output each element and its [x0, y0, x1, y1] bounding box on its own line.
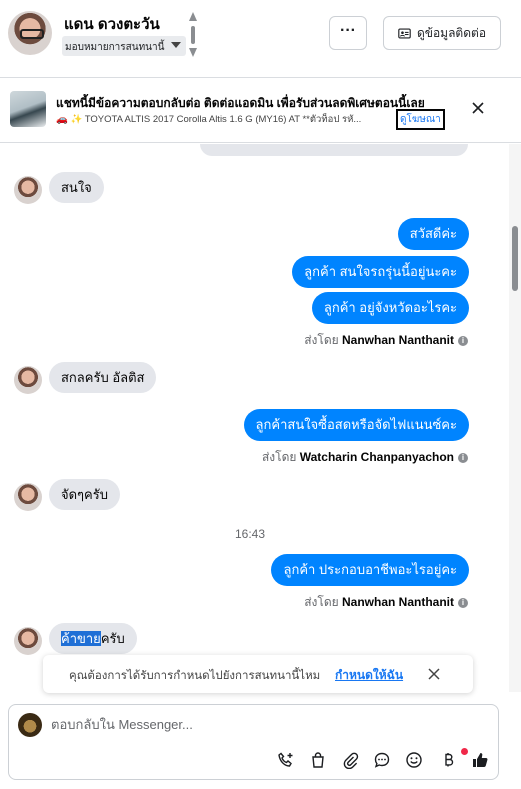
arrow-up-icon[interactable] — [189, 12, 197, 21]
page-avatar — [18, 713, 42, 737]
call-add-icon[interactable] — [277, 751, 295, 769]
thumbs-up-icon[interactable] — [471, 751, 489, 769]
outgoing-message[interactable]: สวัสดีค่ะ — [397, 218, 469, 250]
view-contact-info-label: ดูข้อมูลติดต่อ — [416, 25, 487, 40]
sent-by-prefix: ส่งโดย — [304, 333, 339, 347]
incoming-message[interactable]: สนใจ — [49, 172, 104, 203]
thread-scrollbar[interactable] — [509, 144, 521, 692]
sender-name: Watcharin Chanpanyachon — [299, 450, 454, 464]
sender-avatar[interactable] — [14, 627, 42, 655]
car-emoji: 🚗 ✨ — [56, 114, 83, 125]
view-contact-info-button[interactable]: ดูข้อมูลติดต่อ — [383, 16, 501, 50]
drag-handle-icon — [191, 26, 195, 44]
contact-avatar[interactable] — [8, 11, 52, 55]
assign-to-me-link[interactable]: กำหนดให้ฉัน — [335, 666, 403, 685]
sender-name: Nanwhan Nanthanit — [341, 333, 454, 347]
ad-subtitle: 🚗 ✨ TOYOTA ALTIS 2017 Corolla Altis 1.6 … — [56, 112, 361, 127]
sent-by-prefix: ส่งโดย — [261, 450, 297, 464]
attachment-icon[interactable] — [341, 751, 359, 770]
sent-by-label: ส่งโดย Watcharin Chanpanyachon i — [262, 448, 468, 467]
scrollbar-thumb[interactable] — [512, 226, 518, 291]
incoming-message[interactable]: ค้าขายครับ — [49, 623, 137, 654]
sender-avatar[interactable] — [14, 483, 42, 511]
chevron-down-icon — [171, 42, 181, 48]
close-icon[interactable] — [470, 100, 486, 116]
emoji-icon[interactable] — [405, 751, 423, 769]
reorder-stepper[interactable] — [189, 12, 199, 57]
sent-by-label: ส่งโดย Nanwhan Nanthanit i — [304, 331, 468, 350]
outgoing-message[interactable]: ลูกค้าสนใจซื้อสดหรือจัดไฟแนนซ์คะ — [243, 409, 469, 441]
timestamp: 16:43 — [235, 527, 266, 541]
saved-reply-icon[interactable] — [373, 751, 391, 769]
contact-card-icon — [398, 27, 411, 39]
sender-avatar[interactable] — [14, 176, 42, 204]
assign-dropdown-label: มอบหมายการสนทนานี้ — [65, 42, 165, 53]
sent-by-prefix: ส่งโดย — [304, 595, 339, 609]
sender-name: Nanwhan Nanthanit — [341, 595, 454, 609]
ad-context-banner: แชทนี้มีข้อความตอบกลับต่อ ติดต่อแอดมิน เ… — [0, 77, 521, 143]
outgoing-message[interactable]: ลูกค้า สนใจรถรุ่นนี้อยู่นะคะ — [292, 256, 469, 288]
conversation-header: แดน ดวงตะวัน มอบหมายการสนทนานี้ ··· ดูข้… — [0, 0, 521, 70]
incoming-message[interactable]: จัดๆครับ — [49, 479, 120, 510]
reply-input[interactable] — [51, 717, 471, 732]
info-icon[interactable]: i — [458, 598, 468, 608]
arrow-down-icon[interactable] — [189, 48, 197, 57]
notification-dot — [461, 748, 468, 755]
message-composer — [8, 704, 499, 780]
selected-text[interactable]: ค้าขาย — [61, 631, 101, 646]
incoming-message[interactable]: สกลครับ อัลติส — [49, 362, 157, 393]
shopping-bag-icon[interactable] — [309, 751, 327, 769]
sender-avatar[interactable] — [14, 366, 42, 394]
payment-icon[interactable] — [439, 751, 457, 769]
info-icon[interactable]: i — [458, 453, 468, 463]
message-text: ครับ — [100, 631, 125, 646]
message-bubble-partial — [200, 144, 468, 156]
outgoing-message[interactable]: ลูกค้า ประกอบอาชีพอะไรอยู่คะ — [271, 554, 469, 586]
info-icon[interactable]: i — [458, 336, 468, 346]
message-thread[interactable]: สนใจ สวัสดีค่ะ ลูกค้า สนใจรถรุ่นนี้อยู่น… — [0, 144, 509, 692]
view-ad-link[interactable]: ดูโฆษณา — [396, 109, 445, 130]
sent-by-label: ส่งโดย Nanwhan Nanthanit i — [304, 593, 468, 612]
assign-prompt-text: คุณต้องการได้รับการกำหนดไปยังการสนทนานี้… — [69, 670, 321, 682]
ad-subtitle-text: TOYOTA ALTIS 2017 Corolla Altis 1.6 G (M… — [84, 114, 362, 125]
contact-name[interactable]: แดน ดวงตะวัน — [64, 12, 160, 36]
assign-dropdown[interactable]: มอบหมายการสนทนานี้ — [62, 36, 186, 56]
assign-prompt: คุณต้องการได้รับการกำหนดไปยังการสนทนานี้… — [43, 655, 473, 693]
outgoing-message[interactable]: ลูกค้า อยู่จังหวัดอะไรคะ — [311, 292, 469, 324]
close-icon[interactable] — [427, 667, 441, 681]
more-options-button[interactable]: ··· — [329, 16, 367, 50]
ad-thumbnail[interactable] — [10, 91, 46, 127]
